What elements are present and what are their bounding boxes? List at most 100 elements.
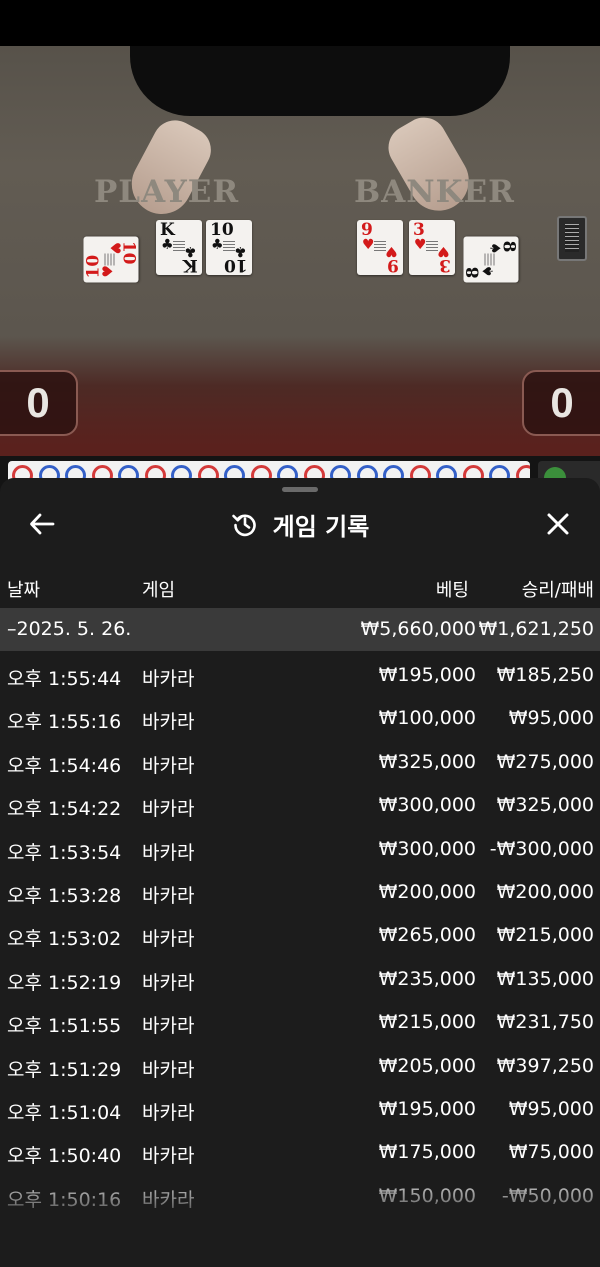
row-win-loss: ₩215,000: [496, 924, 594, 947]
row-game: 바카라: [142, 1101, 195, 1124]
row-time: 오후 1:54:46: [7, 754, 122, 777]
row-bet: ₩205,000: [378, 1054, 476, 1077]
row-bet: ₩300,000: [378, 794, 476, 817]
row-game: 바카라: [142, 668, 195, 690]
card-suit: ♣: [161, 237, 174, 253]
row-game: 바카라: [142, 1188, 195, 1211]
history-table: –2025. 5. 26. ₩5,660,000 ₩1,621,250 오후 1…: [0, 608, 600, 1217]
back-button[interactable]: [22, 504, 62, 544]
column-bet: 베팅: [435, 580, 469, 601]
game-video: PLAYER BANKER 10 ♥ ♥ 10 K ♣ ♣ K 10 ♣ ♣ 10 9 ♥ ♥ 9 3 ♥ ♥ 3 8…: [0, 46, 600, 456]
player-label: PLAYER: [94, 174, 240, 210]
row-bet: ₩150,000: [378, 1184, 476, 1207]
row-game: 바카라: [142, 841, 195, 864]
row-win-loss: -₩300,000: [489, 837, 594, 860]
row-game: 바카라: [142, 971, 195, 994]
column-game: 게임: [142, 580, 176, 601]
playing-card: 10 ♣ ♣ 10: [206, 220, 252, 275]
row-time: 오후 1:54:22: [7, 798, 122, 821]
row-win-loss: ₩275,000: [496, 750, 594, 773]
card-suit: ♥: [100, 264, 117, 278]
history-row[interactable]: 오후 1:52:19 바카라 ₩235,000 ₩135,000: [0, 957, 600, 1000]
row-bet: ₩300,000: [378, 837, 476, 860]
drag-handle[interactable]: [282, 487, 318, 492]
card-rank: K: [183, 255, 198, 275]
row-time: 오후 1:51:55: [7, 1015, 122, 1038]
card-rank: 9: [387, 255, 399, 275]
card-shoe: [557, 216, 587, 261]
playing-card: 9 ♥ ♥ 9: [357, 220, 403, 275]
row-time: 오후 1:53:02: [7, 928, 122, 951]
row-game: 바카라: [142, 928, 195, 951]
row-win-loss: ₩95,000: [508, 707, 594, 730]
banker-score: 0: [522, 370, 600, 436]
row-bet: ₩325,000: [378, 750, 476, 773]
row-bet: ₩265,000: [378, 924, 476, 947]
row-time: 오후 1:50:16: [7, 1188, 122, 1211]
row-win-loss: ₩325,000: [496, 794, 594, 817]
row-win-loss: ₩135,000: [496, 967, 594, 990]
summary-bet: ₩5,660,000: [360, 618, 476, 640]
summary-win-loss: ₩1,621,250: [478, 618, 594, 640]
summary-date: –2025. 5. 26.: [7, 618, 132, 640]
card-suit: ♥: [362, 237, 375, 253]
panel-title: 게임 기록: [272, 512, 370, 541]
playing-card: 3 ♥ ♥ 3: [409, 220, 455, 275]
card-suit: ♥: [414, 237, 427, 253]
history-row[interactable]: 오후 1:55:44 바카라 ₩195,000 ₩185,250: [0, 653, 600, 696]
column-win-loss: 승리/패배: [521, 580, 594, 601]
card-rank: 8: [498, 240, 519, 253]
column-header: 날짜 게임 베팅 승리/패배: [0, 568, 600, 606]
history-row[interactable]: 오후 1:50:40 바카라 ₩175,000 ₩75,000: [0, 1130, 600, 1173]
card-center: [104, 253, 117, 266]
card-center: [484, 253, 497, 266]
card-rank: 10: [224, 255, 248, 275]
row-bet: ₩235,000: [378, 967, 476, 990]
row-bet: ₩175,000: [378, 1141, 476, 1164]
row-game: 바카라: [142, 1145, 195, 1168]
row-time: 오후 1:53:54: [7, 841, 122, 864]
history-row[interactable]: 오후 1:51:29 바카라 ₩205,000 ₩397,250: [0, 1044, 600, 1087]
row-win-loss: ₩95,000: [508, 1097, 594, 1120]
history-row[interactable]: 오후 1:53:28 바카라 ₩200,000 ₩200,000: [0, 870, 600, 913]
history-row[interactable]: 오후 1:53:02 바카라 ₩265,000 ₩215,000: [0, 913, 600, 956]
row-bet: ₩100,000: [378, 707, 476, 730]
status-bar: [0, 0, 600, 46]
history-row[interactable]: 오후 1:50:16 바카라 ₩150,000 -₩50,000: [0, 1174, 600, 1217]
history-icon: [231, 514, 256, 537]
history-row[interactable]: 오후 1:51:55 바카라 ₩215,000 ₩231,750: [0, 1000, 600, 1043]
banker-label: BANKER: [354, 174, 515, 210]
row-game: 바카라: [142, 1015, 195, 1038]
row-win-loss: ₩75,000: [508, 1141, 594, 1164]
row-time: 오후 1:55:16: [7, 711, 122, 734]
row-bet: ₩200,000: [378, 880, 476, 903]
column-date: 날짜: [7, 580, 41, 601]
close-button[interactable]: [538, 504, 578, 544]
history-row[interactable]: 오후 1:51:04 바카라 ₩195,000 ₩95,000: [0, 1087, 600, 1130]
row-time: 오후 1:53:28: [7, 884, 122, 907]
playing-card: K ♣ ♣ K: [156, 220, 202, 275]
panel-title-wrap: 게임 기록: [0, 496, 600, 552]
dealer-body: [130, 46, 510, 116]
row-game: 바카라: [142, 798, 195, 821]
card-rank: 10: [118, 240, 139, 265]
row-game: 바카라: [142, 711, 195, 734]
card-suit: ♣: [211, 237, 224, 253]
card-suit: ♠: [480, 264, 497, 278]
row-bet: ₩215,000: [378, 1011, 476, 1034]
panel-header: 게임 기록: [0, 496, 600, 552]
row-win-loss: ₩397,250: [496, 1054, 594, 1077]
history-row[interactable]: 오후 1:53:54 바카라 ₩300,000 -₩300,000: [0, 827, 600, 870]
card-rank: 3: [439, 255, 451, 275]
row-time: 오후 1:52:19: [7, 971, 122, 994]
row-time: 오후 1:50:40: [7, 1145, 122, 1168]
history-row[interactable]: 오후 1:54:22 바카라 ₩300,000 ₩325,000: [0, 783, 600, 826]
history-row[interactable]: 오후 1:54:46 바카라 ₩325,000 ₩275,000: [0, 740, 600, 783]
row-bet: ₩195,000: [378, 1097, 476, 1120]
game-history-panel: 게임 기록 날짜 게임 베팅 승리/패배 –2025. 5. 26. ₩5,66…: [0, 478, 600, 1267]
history-row[interactable]: 오후 1:55:16 바카라 ₩100,000 ₩95,000: [0, 696, 600, 739]
date-summary-row[interactable]: –2025. 5. 26. ₩5,660,000 ₩1,621,250: [0, 608, 600, 651]
row-bet: ₩195,000: [378, 664, 476, 686]
row-win-loss: ₩231,750: [496, 1011, 594, 1034]
row-time: 오후 1:51:29: [7, 1058, 122, 1081]
